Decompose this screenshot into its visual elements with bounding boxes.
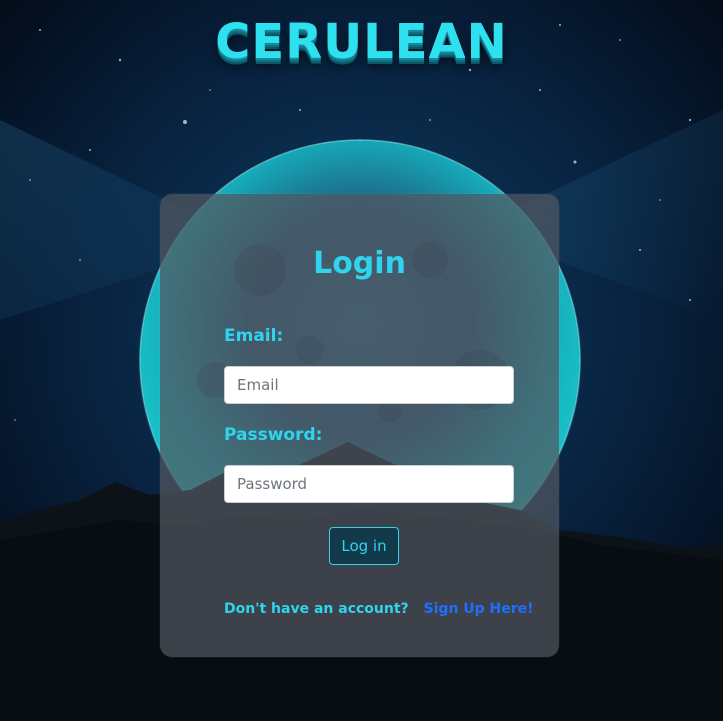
brand-title: CERULEAN <box>215 14 508 70</box>
signup-prompt: Don't have an account? <box>224 601 409 617</box>
email-field[interactable] <box>224 366 514 404</box>
login-card: Login Email: Password: Log in Don't have… <box>160 194 559 657</box>
email-label: Email: <box>224 326 284 346</box>
login-title: Login <box>313 246 406 281</box>
signup-row: Don't have an account? Sign Up Here! <box>224 599 534 619</box>
password-label: Password: <box>224 425 323 445</box>
login-button[interactable]: Log in <box>329 527 399 565</box>
password-field[interactable] <box>224 465 514 503</box>
signup-link[interactable]: Sign Up Here! <box>424 601 534 617</box>
